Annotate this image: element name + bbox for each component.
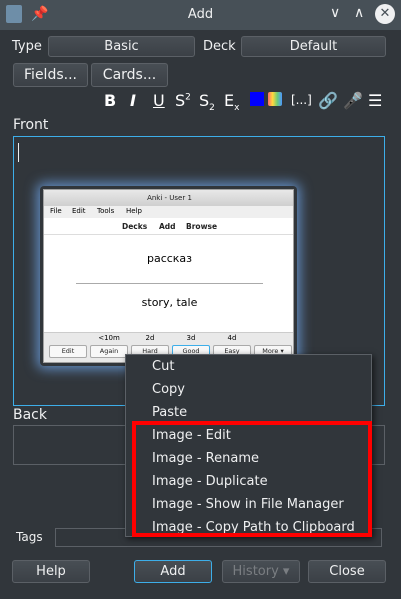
highlight-box	[132, 421, 372, 537]
image-menubar: File Edit Tools Help	[44, 206, 293, 218]
image-time-again: <10m	[98, 334, 120, 342]
embedded-image[interactable]: Anki - User 1 File Edit Tools Help Decks…	[43, 189, 294, 363]
italic-button[interactable]: I	[130, 91, 136, 110]
text-cursor	[18, 143, 19, 162]
image-time-easy: 4d	[227, 334, 237, 342]
deck-chooser-button[interactable]: Default	[241, 36, 386, 57]
clear-format-button[interactable]: Ex	[224, 91, 239, 113]
close-window-icon[interactable]: ✕	[375, 4, 395, 24]
image-toolbar-browse: Browse	[186, 222, 218, 231]
help-button[interactable]: Help	[12, 560, 90, 583]
deck-label: Deck	[203, 39, 236, 54]
more-options-icon[interactable]: ☰	[368, 91, 382, 110]
superscript-button[interactable]: S2	[175, 91, 191, 110]
image-answer-text: story, tale	[141, 296, 198, 309]
type-chooser-button[interactable]: Basic	[48, 36, 195, 57]
image-toolbar-add: Add	[159, 222, 176, 231]
image-menu-edit: Edit	[72, 207, 86, 215]
window-title: Add	[187, 7, 214, 22]
menu-item-paste[interactable]: Paste	[152, 405, 187, 420]
image-toolbar: Decks Add Browse	[44, 218, 293, 235]
type-label: Type	[12, 39, 42, 54]
image-question-text: рассказ	[146, 252, 193, 265]
front-label: Front	[13, 117, 49, 133]
title-bar: Add 📌 ∨ ∧ ✕	[0, 0, 401, 30]
maximize-icon[interactable]: ∧	[354, 5, 364, 21]
history-button: History ▾	[222, 560, 300, 583]
add-button[interactable]: Add	[134, 560, 212, 583]
cloze-button[interactable]: [...]	[291, 93, 312, 107]
app-icon	[6, 5, 22, 23]
image-time-good: 3d	[186, 334, 196, 342]
image-again-button: Again	[90, 345, 128, 358]
back-label: Back	[13, 407, 47, 423]
image-time-hard: 2d	[145, 334, 155, 342]
pin-icon[interactable]: 📌	[31, 6, 48, 22]
menu-item-cut[interactable]: Cut	[152, 359, 174, 374]
record-audio-icon[interactable]: 🎤	[343, 91, 363, 110]
close-button[interactable]: Close	[308, 560, 386, 583]
bold-button[interactable]: B	[104, 91, 116, 110]
image-toolbar-decks: Decks	[122, 222, 148, 231]
image-edit-button: Edit	[49, 345, 87, 358]
text-color-button[interactable]	[250, 92, 264, 106]
image-menu-help: Help	[126, 207, 142, 215]
underline-button[interactable]: U	[153, 91, 165, 110]
minimize-icon[interactable]: ∨	[330, 5, 340, 21]
image-menu-tools: Tools	[97, 207, 115, 215]
color-picker-icon[interactable]	[268, 92, 282, 106]
menu-item-copy[interactable]: Copy	[152, 382, 185, 397]
image-window-title: Anki - User 1	[44, 190, 293, 206]
subscript-button[interactable]: S2	[199, 91, 215, 113]
attach-icon[interactable]: 🔗	[318, 91, 338, 110]
cards-button[interactable]: Cards...	[91, 63, 168, 87]
image-menu-file: File	[50, 207, 62, 215]
tags-label: Tags	[16, 530, 43, 544]
fields-button[interactable]: Fields...	[13, 63, 88, 87]
image-divider	[76, 283, 263, 284]
